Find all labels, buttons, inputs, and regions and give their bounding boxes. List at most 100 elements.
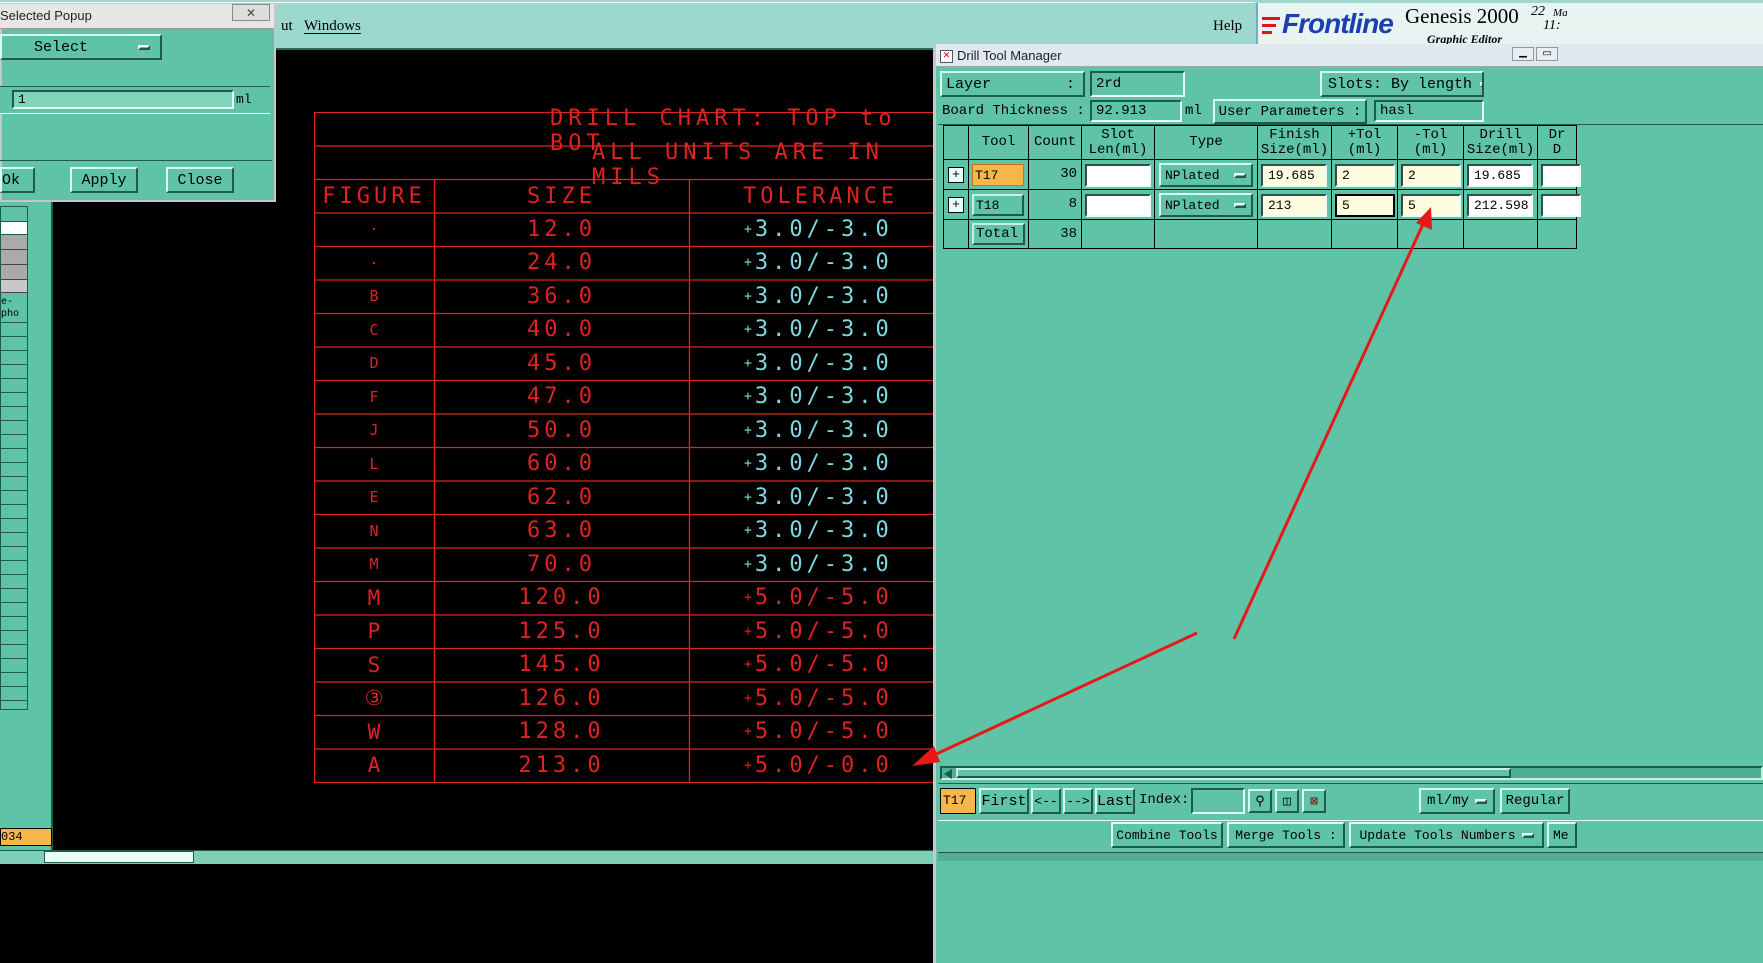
chart-tolerance-sign: + bbox=[744, 523, 752, 539]
menu-help[interactable]: Help bbox=[1213, 18, 1242, 35]
user-parameters-button[interactable]: User Parameters : bbox=[1213, 99, 1367, 124]
menu-windows[interactable]: Windows bbox=[304, 18, 361, 35]
row-count: 30 bbox=[1028, 159, 1082, 190]
plus-tol-input[interactable]: 5 bbox=[1335, 194, 1395, 217]
chart-size: 47.0 bbox=[527, 384, 596, 410]
minimize-icon[interactable]: ▁ bbox=[1512, 47, 1534, 61]
search-icon[interactable]: ⚲ bbox=[1248, 789, 1272, 813]
row-mtol-cell: 5 bbox=[1397, 189, 1464, 220]
chart-figure: J bbox=[369, 421, 379, 440]
mode-button[interactable]: Regular bbox=[1500, 788, 1570, 814]
drill-size-input[interactable]: 212.598 bbox=[1467, 194, 1533, 217]
drill-depth-input[interactable] bbox=[1541, 164, 1581, 187]
chart-tolerance-sign: + bbox=[744, 355, 752, 371]
delete-icon[interactable]: ⊠ bbox=[1302, 789, 1326, 813]
layer-input[interactable]: 2rd bbox=[1090, 71, 1185, 97]
last-button[interactable]: Last bbox=[1095, 788, 1135, 814]
menu-out[interactable]: ut bbox=[281, 18, 293, 35]
thickness-label: Board Thickness : bbox=[942, 103, 1085, 119]
chart-tolerance-sign: + bbox=[744, 456, 752, 472]
chart-tolerance-sign: + bbox=[744, 657, 752, 673]
col-header-minus-tol: -Tol (ml) bbox=[1397, 125, 1464, 160]
chevron-down-icon bbox=[1233, 172, 1246, 178]
chart-size: 70.0 bbox=[527, 551, 596, 577]
brand-name: Frontline bbox=[1282, 8, 1394, 39]
plus-tol-input[interactable]: 2 bbox=[1335, 164, 1395, 187]
next-button[interactable]: --> bbox=[1063, 788, 1093, 814]
row-count: 8 bbox=[1028, 189, 1082, 220]
chart-tolerance-sign: + bbox=[744, 255, 752, 271]
row-drill-cell: 212.598 bbox=[1463, 189, 1538, 220]
minus-tol-input[interactable]: 5 bbox=[1401, 194, 1461, 217]
popup-mode-select[interactable]: Select bbox=[0, 34, 162, 60]
more-button[interactable]: Me bbox=[1547, 822, 1577, 848]
minus-tol-input[interactable]: 2 bbox=[1401, 164, 1461, 187]
close-button[interactable]: Close bbox=[166, 167, 234, 193]
slots-value: By length bbox=[1391, 75, 1473, 93]
row-finish-cell: 213 bbox=[1257, 189, 1332, 220]
row-ptol-cell: 2 bbox=[1331, 159, 1398, 190]
chart-tolerance-sign: + bbox=[744, 757, 752, 773]
prev-button-label: <-- bbox=[1034, 793, 1058, 809]
slot-len-input[interactable] bbox=[1085, 194, 1151, 217]
combine-tools-button[interactable]: Combine Tools bbox=[1111, 822, 1223, 848]
chart-tolerance-sign: + bbox=[744, 389, 752, 405]
index-label: Index: bbox=[1139, 792, 1190, 808]
popup-close-icon[interactable]: ✕ bbox=[232, 4, 270, 21]
expand-row-icon[interactable]: + bbox=[948, 166, 964, 183]
row-type-label: NPlated bbox=[1165, 167, 1220, 183]
scroll-thumb[interactable] bbox=[956, 768, 1511, 778]
first-button[interactable]: First bbox=[979, 788, 1029, 814]
chart-tolerance-value: 5.0/-5.0 bbox=[754, 719, 893, 745]
chart-size: 50.0 bbox=[527, 417, 596, 443]
total-type bbox=[1154, 219, 1258, 249]
row-tool-cell: T17 bbox=[968, 159, 1029, 190]
popup-value-input[interactable]: 1 bbox=[12, 90, 234, 109]
apply-button[interactable]: Apply bbox=[70, 167, 138, 193]
user-parameters-input[interactable]: hasl bbox=[1374, 100, 1484, 122]
row-type-select[interactable]: NPlated bbox=[1159, 163, 1253, 187]
ok-button[interactable]: Ok bbox=[0, 167, 35, 193]
row-tool-name[interactable]: T18 bbox=[972, 194, 1024, 216]
chart-tolerance-sign: + bbox=[744, 288, 752, 304]
finish-size-input[interactable]: 19.685 bbox=[1261, 164, 1327, 187]
drill-size-input[interactable]: 19.685 bbox=[1467, 164, 1533, 187]
table-horizontal-scrollbar[interactable] bbox=[940, 766, 1763, 780]
last-button-label: Last bbox=[1097, 792, 1134, 810]
update-tools-numbers-select[interactable]: Update Tools Numbers bbox=[1349, 822, 1544, 848]
row-tool-name[interactable]: T17 bbox=[972, 164, 1024, 186]
chart-size: 40.0 bbox=[527, 317, 596, 343]
left-panel-list[interactable]: e-pho bbox=[0, 206, 28, 710]
row-drill-cell: 19.685 bbox=[1463, 159, 1538, 190]
slots-select[interactable]: Slots: By length bbox=[1320, 71, 1484, 97]
slot-len-input[interactable] bbox=[1085, 164, 1151, 187]
prev-button[interactable]: <-- bbox=[1031, 788, 1061, 814]
chevron-down-icon bbox=[138, 44, 151, 50]
total-row-select bbox=[943, 219, 969, 249]
row-finish-cell: 19.685 bbox=[1257, 159, 1332, 190]
left-list-swatch-5 bbox=[1, 265, 27, 280]
chart-figure: ③ bbox=[364, 686, 384, 711]
row-type-cell: NPlated bbox=[1154, 159, 1258, 190]
left-list-swatch-1 bbox=[1, 207, 27, 222]
toggle-icon[interactable]: ◫ bbox=[1275, 789, 1299, 813]
chart-size: 213.0 bbox=[518, 752, 605, 778]
maximize-icon[interactable]: ▭ bbox=[1536, 47, 1558, 61]
chart-size: 63.0 bbox=[527, 518, 596, 544]
drill-chart-subtitle: ALL UNITS ARE IN MILS bbox=[592, 139, 884, 190]
expand-row-icon[interactable]: + bbox=[948, 196, 964, 213]
finish-size-input[interactable]: 213 bbox=[1261, 194, 1327, 217]
popup-unit: ml bbox=[236, 92, 252, 107]
thickness-input[interactable]: 92.913 bbox=[1090, 100, 1182, 122]
chart-tolerance-sign: + bbox=[744, 322, 752, 338]
chart-size: 60.0 bbox=[527, 451, 596, 477]
drill-depth-input[interactable] bbox=[1541, 194, 1581, 217]
row-dd-cell bbox=[1537, 159, 1581, 190]
index-input[interactable] bbox=[1191, 788, 1245, 814]
row-type-select[interactable]: NPlated bbox=[1159, 193, 1253, 217]
chart-tolerance-sign: + bbox=[744, 556, 752, 572]
chart-figure: · bbox=[369, 220, 379, 239]
units-select[interactable]: ml/my bbox=[1419, 788, 1495, 814]
scroll-left-arrow-icon[interactable] bbox=[944, 769, 952, 779]
merge-tools-button[interactable]: Merge Tools : bbox=[1227, 822, 1345, 848]
